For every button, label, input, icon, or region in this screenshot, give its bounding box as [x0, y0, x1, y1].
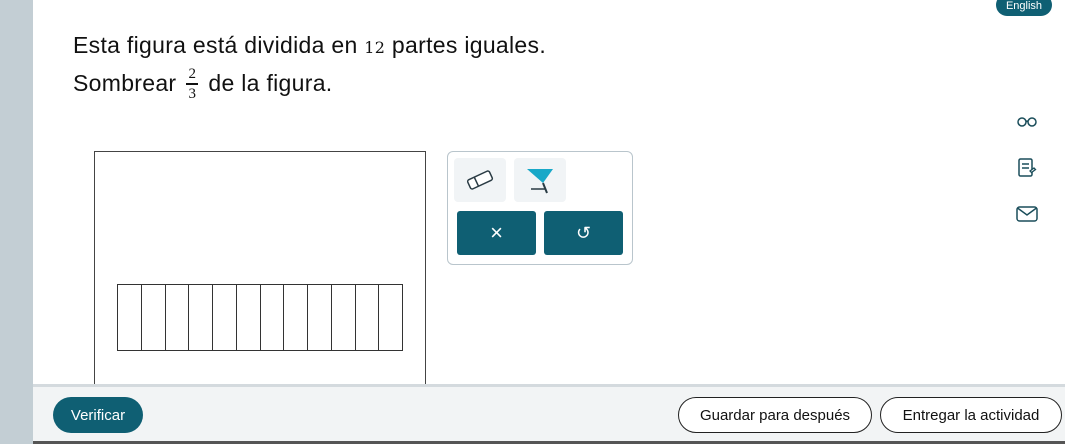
grid-cell[interactable]	[284, 285, 308, 350]
grid-cell[interactable]	[118, 285, 142, 350]
mail-icon[interactable]	[1012, 199, 1042, 229]
grid-cell[interactable]	[189, 285, 213, 350]
undo-button[interactable]: ↺	[544, 211, 623, 255]
activity-screen: English Esta figura está dividida en 12 …	[0, 0, 1065, 444]
shading-grid	[117, 284, 403, 351]
eraser-icon	[466, 170, 494, 190]
notes-icon[interactable]	[1012, 153, 1042, 183]
question-text-start: Esta figura está dividida en	[73, 32, 365, 58]
grid-cell[interactable]	[142, 285, 166, 350]
instruction-verb: Sombrear	[73, 70, 177, 97]
language-button[interactable]: English	[996, 0, 1052, 16]
fraction-denominator: 3	[188, 85, 197, 102]
grid-cell[interactable]	[379, 285, 402, 350]
grid-cell[interactable]	[308, 285, 332, 350]
grid-cell[interactable]	[166, 285, 190, 350]
eraser-tool-button[interactable]	[454, 158, 506, 202]
grid-cell[interactable]	[237, 285, 261, 350]
glasses-icon[interactable]	[1012, 106, 1042, 136]
fill-paint-icon	[527, 169, 553, 194]
fill-tool-button[interactable]	[514, 158, 566, 202]
parts-number: 12	[364, 38, 386, 57]
question-line-2: Sombrear 2 3 de la figura.	[73, 66, 332, 102]
grid-cell[interactable]	[261, 285, 285, 350]
drawing-canvas	[94, 151, 426, 391]
fraction-numerator: 2	[188, 66, 197, 82]
fraction: 2 3	[186, 66, 199, 102]
clear-button[interactable]: ×	[457, 211, 536, 255]
verify-button[interactable]: Verificar	[53, 397, 143, 433]
submit-activity-button[interactable]: Entregar la actividad	[880, 397, 1062, 433]
question-line-1: Esta figura está dividida en 12 partes i…	[73, 32, 546, 59]
grid-cell[interactable]	[213, 285, 237, 350]
instruction-rest: de la figura.	[208, 70, 333, 97]
grid-cell[interactable]	[332, 285, 356, 350]
question-text-end: partes iguales.	[385, 32, 547, 58]
fraction-bar	[186, 83, 199, 85]
left-rail	[0, 0, 33, 444]
toolbox: × ↺	[447, 151, 633, 265]
grid-cell[interactable]	[356, 285, 380, 350]
save-for-later-button[interactable]: Guardar para después	[678, 397, 872, 433]
